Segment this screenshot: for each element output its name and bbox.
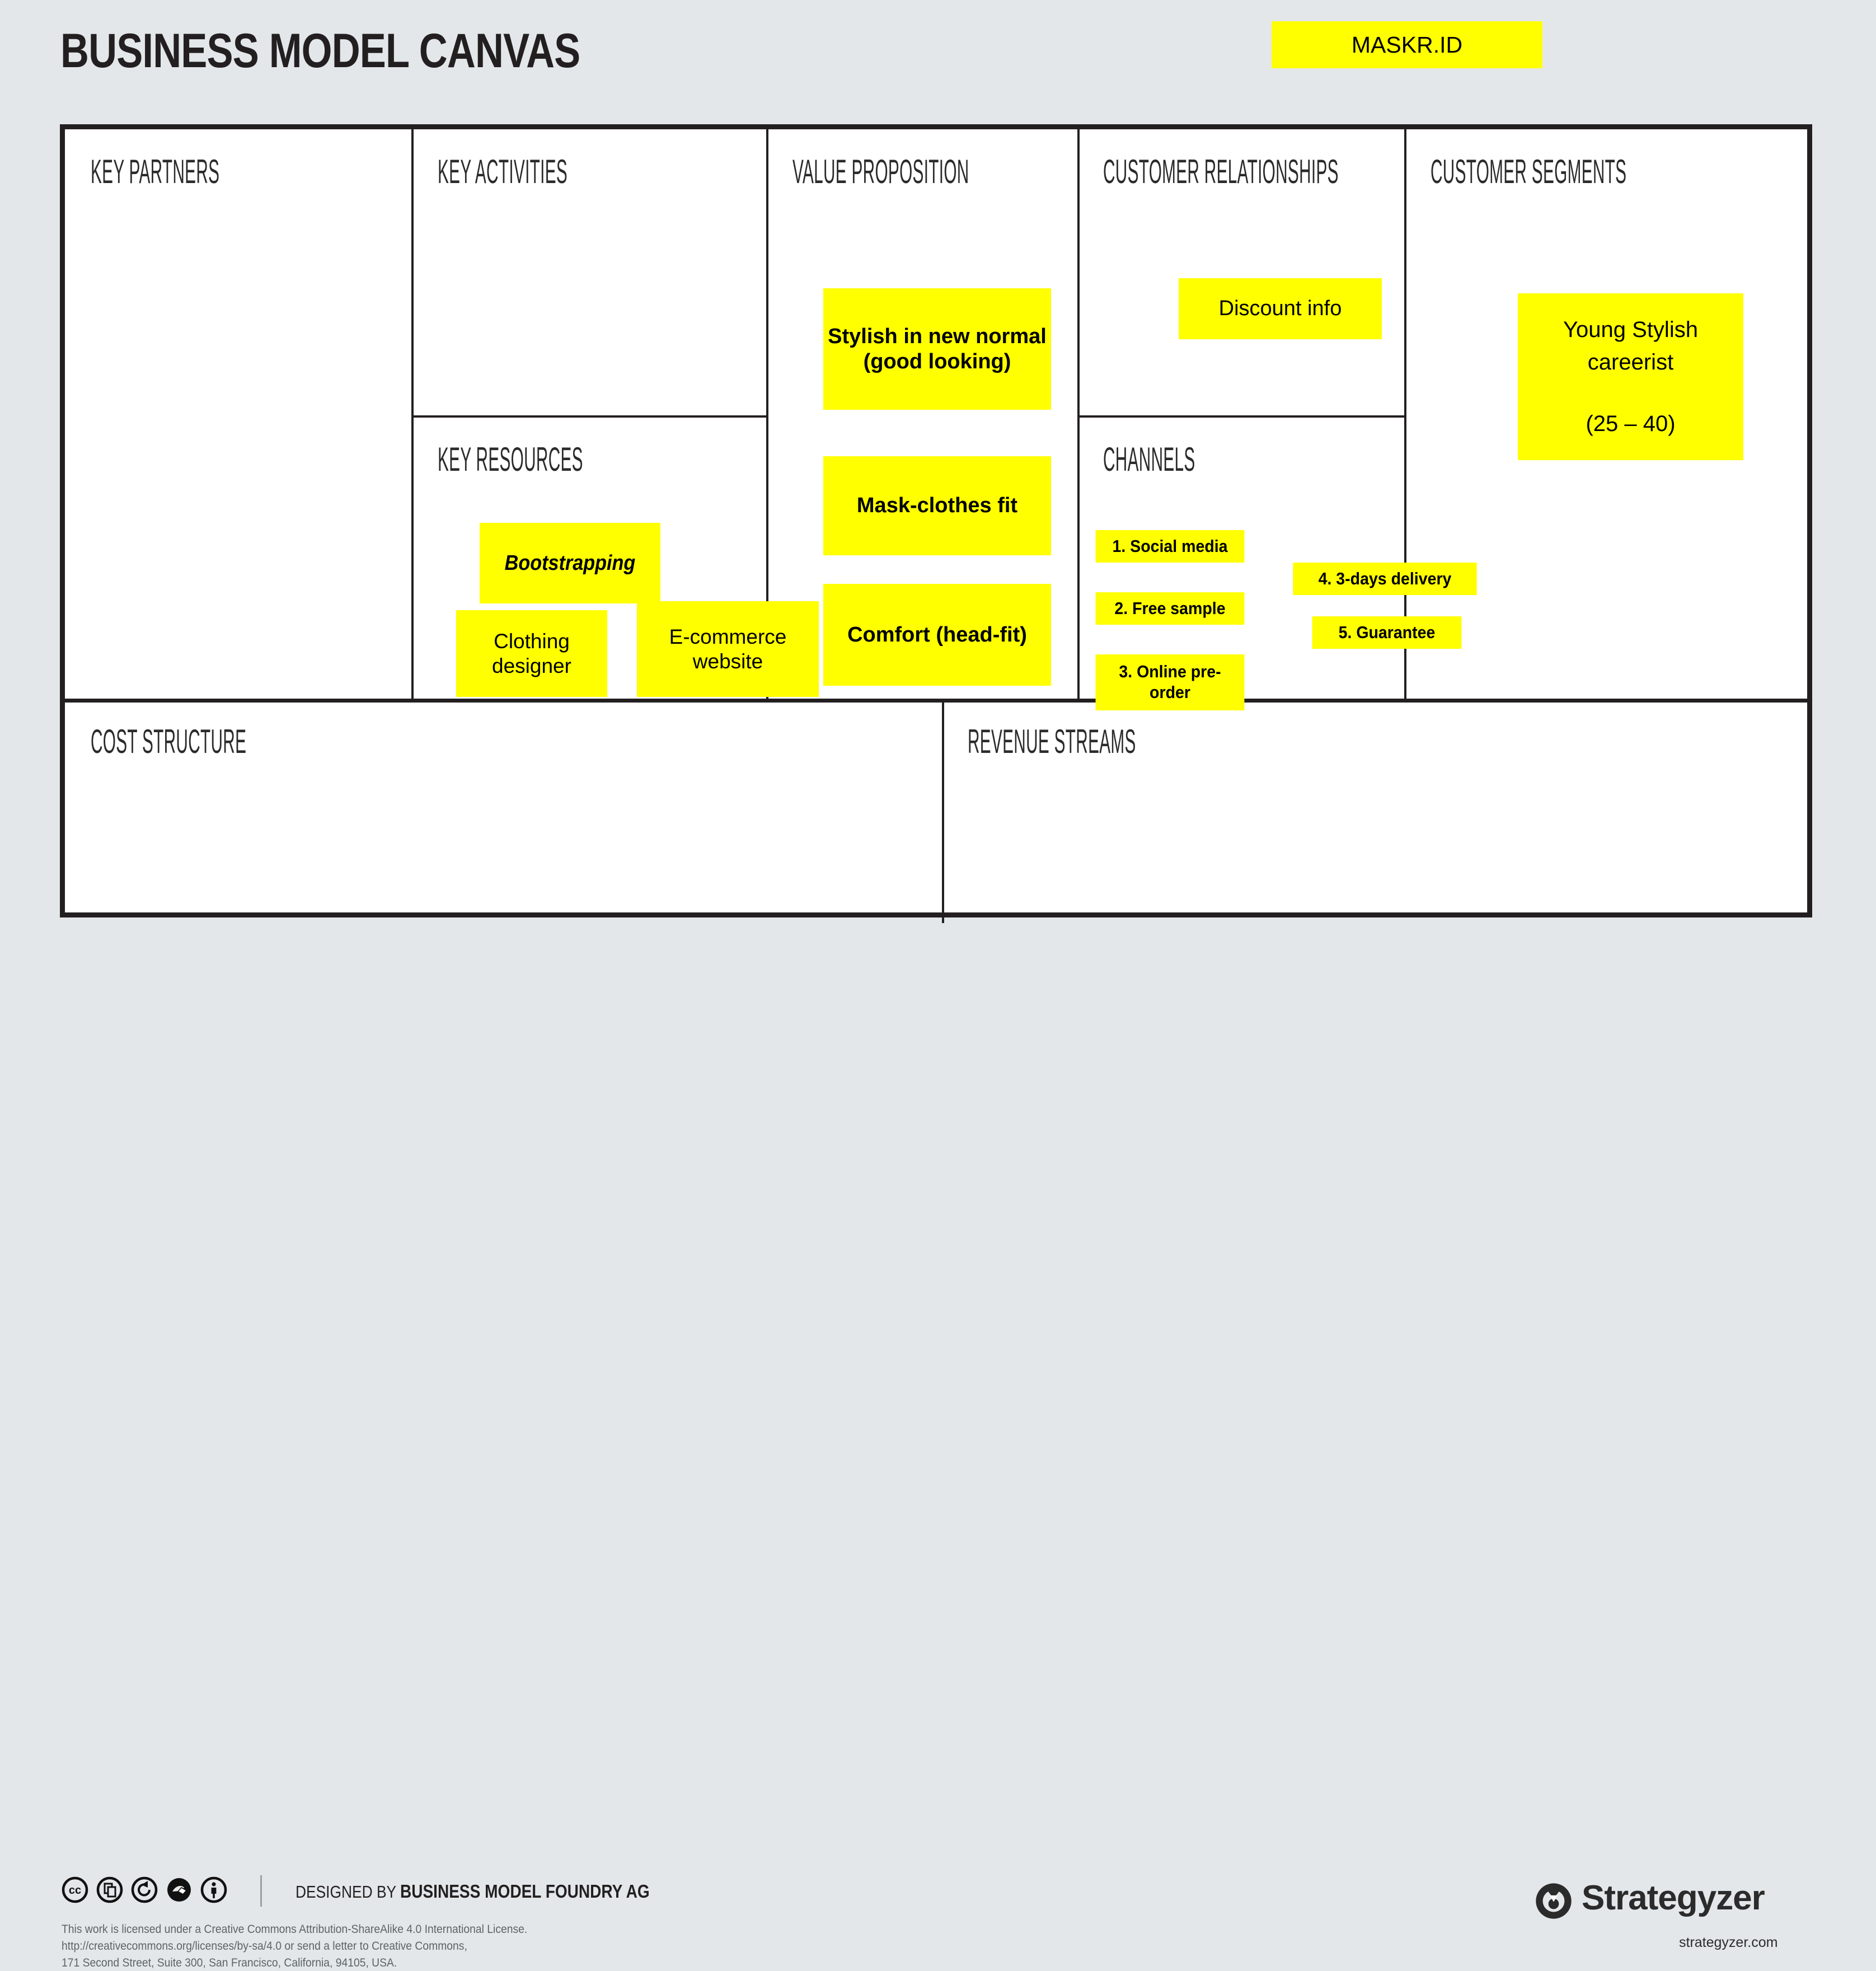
block-header-key-partners: KEY PARTNERS: [91, 153, 220, 191]
note-customer-segment-1[interactable]: Young Stylish careerist (25 – 40): [1518, 293, 1743, 460]
divider-key-partners-activities: [411, 124, 414, 701]
creative-commons-icon: cc: [62, 1876, 88, 1903]
divider-relationships-channels: [1077, 415, 1406, 418]
block-header-value-proposition: VALUE PROPOSITION: [792, 153, 969, 191]
block-header-revenue-streams: REVENUE STREAMS: [968, 723, 1136, 761]
divider-relationships-segments: [1404, 124, 1406, 701]
divider-value-prop-relationships: [1077, 124, 1080, 701]
block-header-key-activities: KEY ACTIVITIES: [438, 153, 568, 191]
share-alike-icon: [131, 1876, 158, 1903]
license-line-1: This work is licensed under a Creative C…: [62, 1923, 528, 1936]
strategyzer-mark-icon: [1533, 1881, 1574, 1924]
canvas-grid: KEY PARTNERS KEY ACTIVITIES KEY RESOURCE…: [60, 124, 1812, 923]
block-header-customer-segments: CUSTOMER SEGMENTS: [1431, 153, 1627, 191]
note-segment-line-2: (25 – 40): [1586, 411, 1676, 436]
note-channel-4[interactable]: 4. 3-days delivery: [1293, 563, 1477, 595]
license-line-2: http://creativecommons.org/licenses/by-s…: [62, 1939, 467, 1953]
designed-by-company: BUSINESS MODEL FOUNDRY AG: [400, 1881, 650, 1902]
designed-by-credit: DESIGNED BY BUSINESS MODEL FOUNDRY AG: [296, 1881, 650, 1902]
noncommercial-remix-icon: [166, 1876, 193, 1903]
license-text: This work is licensed under a Creative C…: [62, 1921, 527, 1971]
block-header-channels: CHANNELS: [1103, 441, 1195, 479]
company-badge: MASKR.ID: [1272, 21, 1542, 68]
company-badge-label: MASKR.ID: [1351, 31, 1463, 58]
note-key-resource-ecommerce-website[interactable]: E-commerce website: [637, 601, 819, 697]
note-channel-3[interactable]: 3. Online pre-order: [1095, 654, 1245, 710]
note-channel-5[interactable]: 5. Guarantee: [1312, 616, 1462, 649]
license-line-3: 171 Second Street, Suite 300, San Franci…: [62, 1956, 397, 1969]
footer: cc DESIGNED BY BUSINESS MODEL FOUNDRY AG…: [0, 929, 1876, 1969]
block-header-key-resources: KEY RESOURCES: [438, 441, 583, 479]
note-value-prop-1[interactable]: Stylish in new normal (good looking): [823, 288, 1051, 410]
svg-text:cc: cc: [69, 1884, 81, 1897]
note-segment-line-1: Young Stylish careerist: [1563, 317, 1698, 374]
designed-by-prefix: DESIGNED BY: [296, 1882, 400, 1902]
note-value-prop-2[interactable]: Mask-clothes fit: [823, 456, 1051, 555]
cc-license-icons: cc: [62, 1876, 227, 1903]
divider-cost-revenue: [942, 701, 944, 923]
divider-top-bottom-row: [60, 699, 1812, 703]
note-key-resource-bootstrapping[interactable]: Bootstrapping: [479, 523, 661, 603]
strategyzer-logo: Strategyzer: [1533, 1881, 1765, 1924]
block-header-cost-structure: COST STRUCTURE: [91, 723, 247, 761]
note-value-prop-3[interactable]: Comfort (head-fit): [823, 584, 1051, 686]
page-title: BUSINESS MODEL CANVAS: [60, 24, 580, 78]
strategyzer-url: strategyzer.com: [1679, 1935, 1778, 1950]
footer-divider: [260, 1875, 262, 1907]
divider-activities-resources: [411, 415, 768, 418]
note-key-resource-clothing-designer[interactable]: Clothing designer: [456, 610, 607, 697]
block-header-customer-relationships: CUSTOMER RELATIONSHIPS: [1103, 153, 1339, 191]
note-channel-2[interactable]: 2. Free sample: [1095, 592, 1245, 625]
strategyzer-wordmark: Strategyzer: [1582, 1879, 1765, 1917]
note-discount-info[interactable]: Discount info: [1179, 278, 1382, 339]
note-channel-1[interactable]: 1. Social media: [1095, 530, 1245, 563]
attribution-person-icon: [200, 1876, 227, 1903]
share-icon: [96, 1876, 123, 1903]
